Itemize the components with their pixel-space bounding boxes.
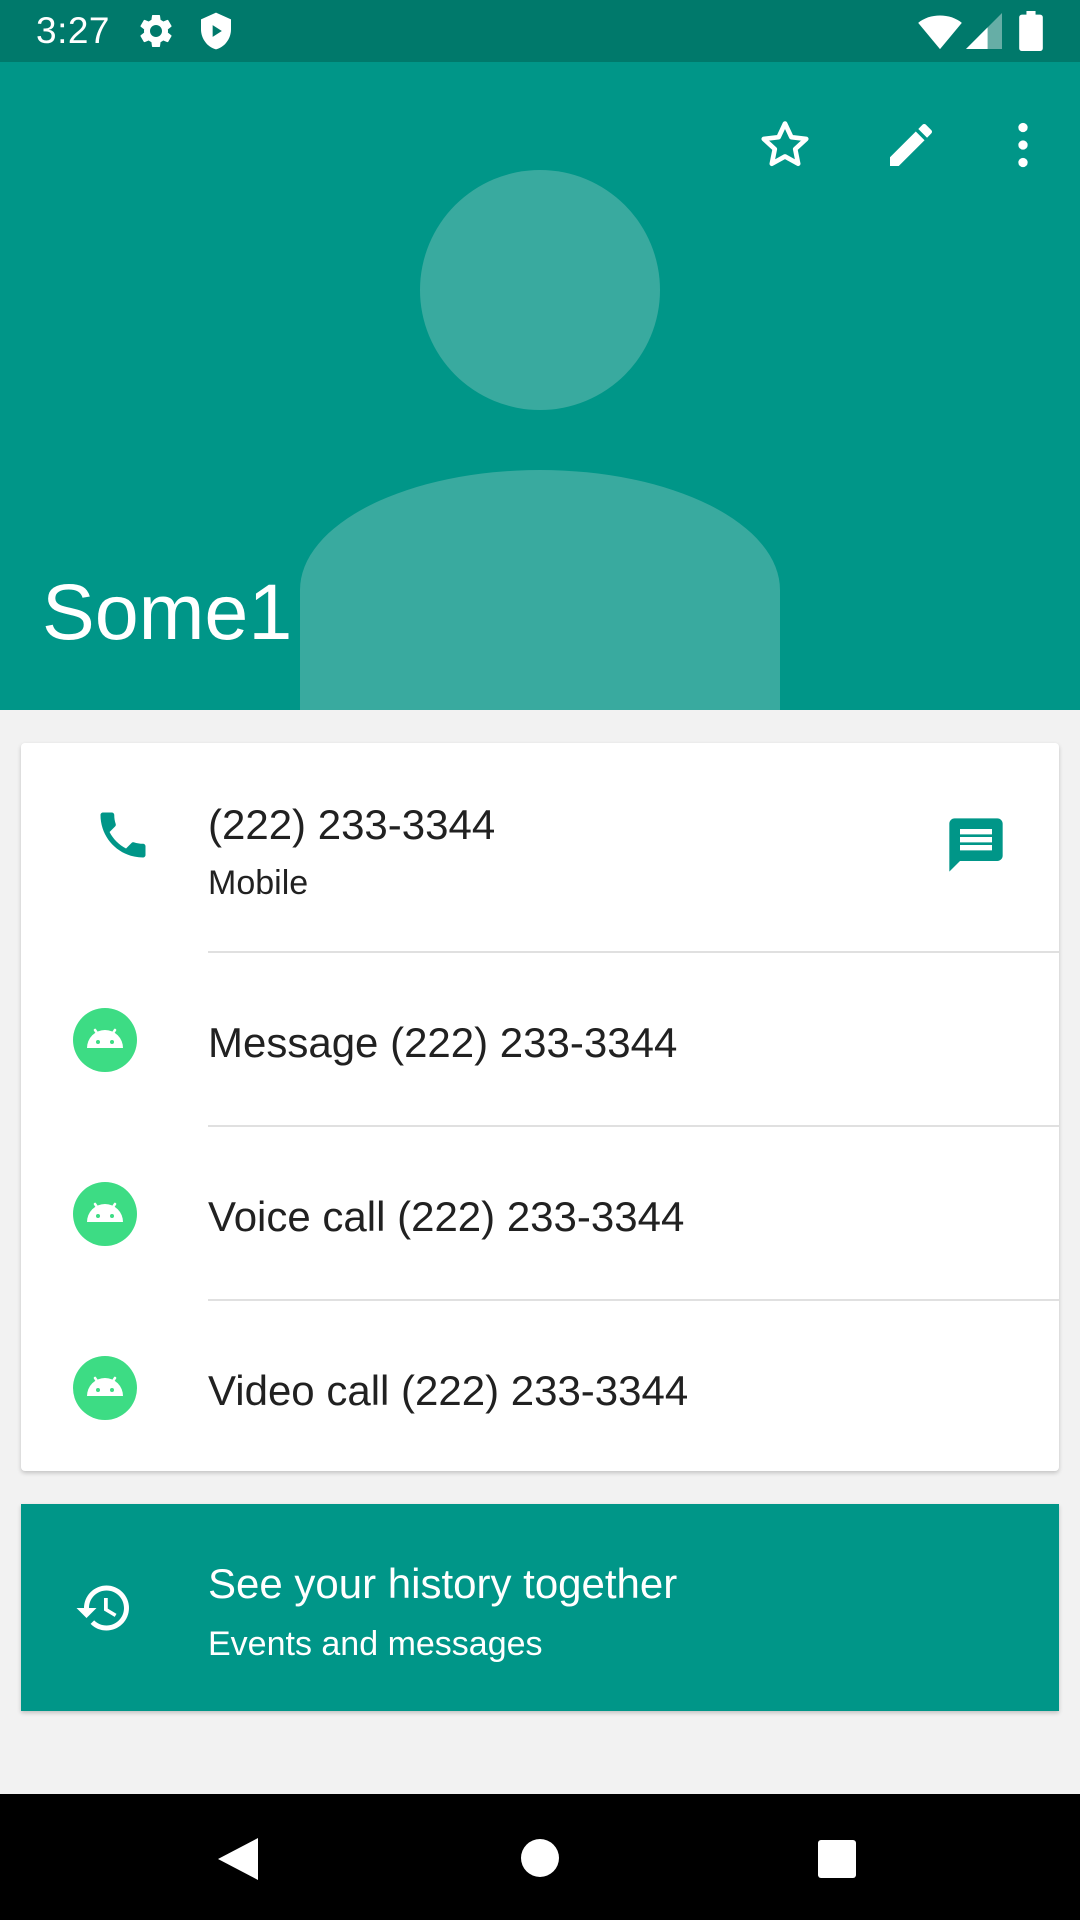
action-row-voice-call[interactable]: Voice call (222) 233-3344	[21, 1127, 1059, 1301]
battery-icon	[1018, 11, 1044, 56]
history-card[interactable]: See your history together Events and mes…	[21, 1504, 1059, 1711]
action-row-message[interactable]: Message (222) 233-3344	[21, 953, 1059, 1127]
android-app-icon	[73, 1182, 137, 1246]
status-time: 3:27	[36, 10, 111, 51]
recents-icon[interactable]	[817, 1839, 857, 1884]
phone-number: (222) 233-3344	[208, 801, 496, 848]
favorite-button[interactable]	[740, 102, 830, 192]
avatar-placeholder-head	[420, 170, 660, 410]
signal-icon	[966, 11, 1002, 56]
phone-icon	[93, 805, 153, 870]
status-bar: 3:27	[0, 0, 1080, 62]
android-app-icon	[73, 1356, 137, 1420]
android-app-icon	[73, 1008, 137, 1072]
back-icon[interactable]	[216, 1836, 260, 1887]
send-message-button[interactable]	[944, 813, 1008, 882]
action-label: Message (222) 233-3344	[208, 1019, 678, 1066]
edit-button[interactable]	[866, 102, 956, 192]
star-icon	[757, 117, 813, 178]
settings-icon	[136, 11, 176, 56]
phone-type: Mobile	[208, 864, 309, 902]
more-vert-icon	[995, 117, 1051, 178]
avatar-placeholder-body	[300, 470, 780, 710]
contact-name: Some1	[42, 567, 293, 656]
history-icon	[74, 1578, 134, 1643]
action-label: Video call (222) 233-3344	[208, 1367, 689, 1414]
edit-icon	[883, 117, 939, 178]
message-icon	[944, 818, 1008, 881]
home-icon[interactable]	[520, 1838, 560, 1883]
history-title: See your history together	[208, 1560, 678, 1607]
shield-icon	[196, 11, 236, 56]
action-row-video-call[interactable]: Video call (222) 233-3344	[21, 1301, 1059, 1471]
history-subtitle: Events and messages	[208, 1625, 543, 1663]
phone-row[interactable]: (222) 233-3344 Mobile	[21, 743, 1059, 953]
contact-info-card: (222) 233-3344 Mobile Message (222) 233-…	[21, 743, 1059, 1471]
contact-header: Some1	[0, 62, 1080, 710]
action-label: Voice call (222) 233-3344	[208, 1193, 685, 1240]
more-options-button[interactable]	[978, 102, 1068, 192]
navigation-bar	[0, 1794, 1080, 1920]
wifi-icon	[918, 11, 962, 56]
